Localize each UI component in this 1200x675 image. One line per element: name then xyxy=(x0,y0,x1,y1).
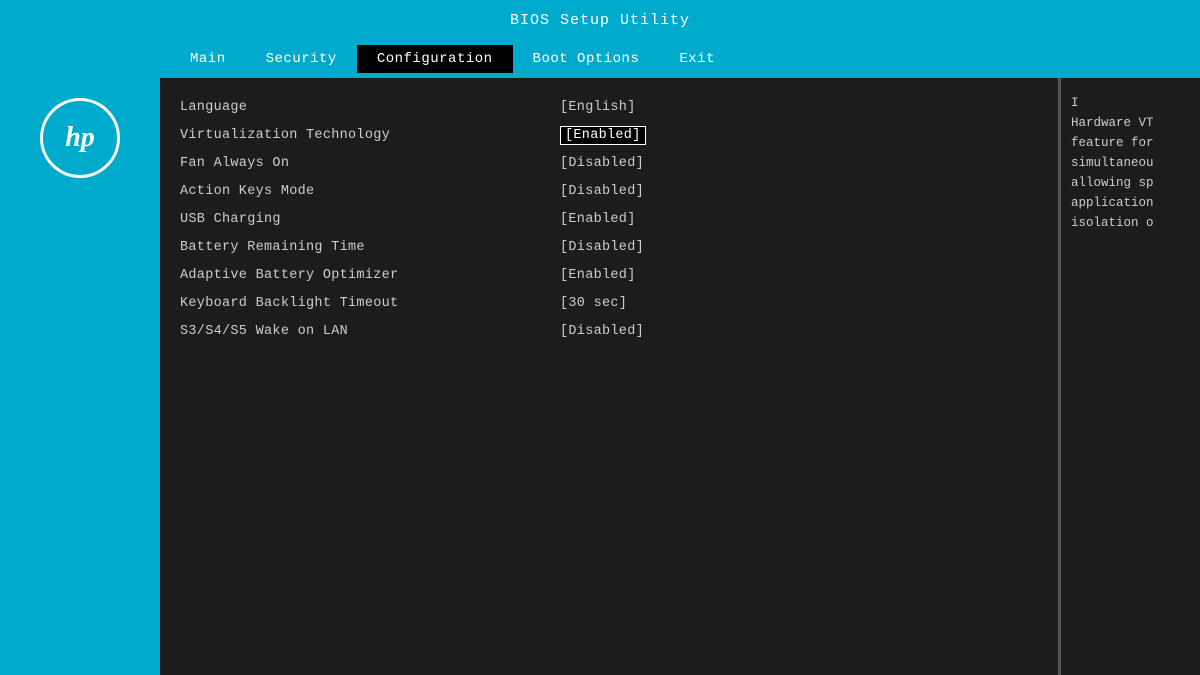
info-line-1: I xyxy=(1071,93,1190,113)
info-line-7: application xyxy=(1071,193,1190,213)
nav-item-boot-options[interactable]: Boot Options xyxy=(513,45,660,73)
setting-row-action-keys[interactable]: Action Keys Mode [Disabled] xyxy=(180,177,1038,205)
setting-name-fan: Fan Always On xyxy=(180,156,560,171)
main-content: hp Language [English] Virtualization Tec… xyxy=(0,78,1200,675)
info-line-6: allowing sp xyxy=(1071,173,1190,193)
setting-name-adaptive-battery: Adaptive Battery Optimizer xyxy=(180,268,560,283)
bios-screen: BIOS Setup Utility Main Security Configu… xyxy=(0,0,1200,675)
title-bar: BIOS Setup Utility xyxy=(0,0,1200,40)
setting-row-adaptive-battery[interactable]: Adaptive Battery Optimizer [Enabled] xyxy=(180,261,1038,289)
bios-title: BIOS Setup Utility xyxy=(510,12,690,29)
nav-bar: Main Security Configuration Boot Options… xyxy=(0,40,1200,78)
setting-name-backlight-timeout: Keyboard Backlight Timeout xyxy=(180,296,560,311)
nav-item-configuration[interactable]: Configuration xyxy=(357,45,513,73)
setting-name-wake-on-lan: S3/S4/S5 Wake on LAN xyxy=(180,324,560,339)
setting-row-backlight-timeout[interactable]: Keyboard Backlight Timeout [30 sec] xyxy=(180,289,1038,317)
setting-row-battery-remaining[interactable]: Battery Remaining Time [Disabled] xyxy=(180,233,1038,261)
setting-row-fan[interactable]: Fan Always On [Disabled] xyxy=(180,149,1038,177)
setting-value-virtualization: [Enabled] xyxy=(560,126,646,145)
setting-name-language: Language xyxy=(180,100,560,115)
nav-item-exit[interactable]: Exit xyxy=(659,45,735,73)
setting-row-wake-on-lan[interactable]: S3/S4/S5 Wake on LAN [Disabled] xyxy=(180,317,1038,345)
setting-row-language[interactable]: Language [English] xyxy=(180,93,1038,121)
setting-value-battery-remaining: [Disabled] xyxy=(560,240,644,255)
setting-value-wake-on-lan: [Disabled] xyxy=(560,324,644,339)
setting-value-language: [English] xyxy=(560,100,636,115)
setting-name-action-keys: Action Keys Mode xyxy=(180,184,560,199)
setting-value-action-keys: [Disabled] xyxy=(560,184,644,199)
setting-value-usb-charging: [Enabled] xyxy=(560,212,636,227)
hp-logo: hp xyxy=(40,98,120,178)
setting-value-adaptive-battery: [Enabled] xyxy=(560,268,636,283)
setting-value-backlight-timeout: [30 sec] xyxy=(560,296,627,311)
info-line-3: Hardware VT xyxy=(1071,113,1190,133)
setting-row-usb-charging[interactable]: USB Charging [Enabled] xyxy=(180,205,1038,233)
info-line-5: simultaneou xyxy=(1071,153,1190,173)
setting-row-virtualization[interactable]: Virtualization Technology [Enabled] xyxy=(180,121,1038,149)
setting-name-virtualization: Virtualization Technology xyxy=(180,128,560,143)
logo-sidebar: hp xyxy=(0,78,160,675)
settings-table: Language [English] Virtualization Techno… xyxy=(180,93,1038,345)
nav-item-main[interactable]: Main xyxy=(170,45,246,73)
info-line-4: feature for xyxy=(1071,133,1190,153)
settings-panel: Language [English] Virtualization Techno… xyxy=(160,78,1058,675)
setting-value-fan: [Disabled] xyxy=(560,156,644,171)
nav-item-security[interactable]: Security xyxy=(246,45,357,73)
setting-name-usb-charging: USB Charging xyxy=(180,212,560,227)
info-line-8: isolation o xyxy=(1071,213,1190,233)
setting-name-battery-remaining: Battery Remaining Time xyxy=(180,240,560,255)
info-panel: I Hardware VT feature for simultaneou al… xyxy=(1060,78,1200,675)
